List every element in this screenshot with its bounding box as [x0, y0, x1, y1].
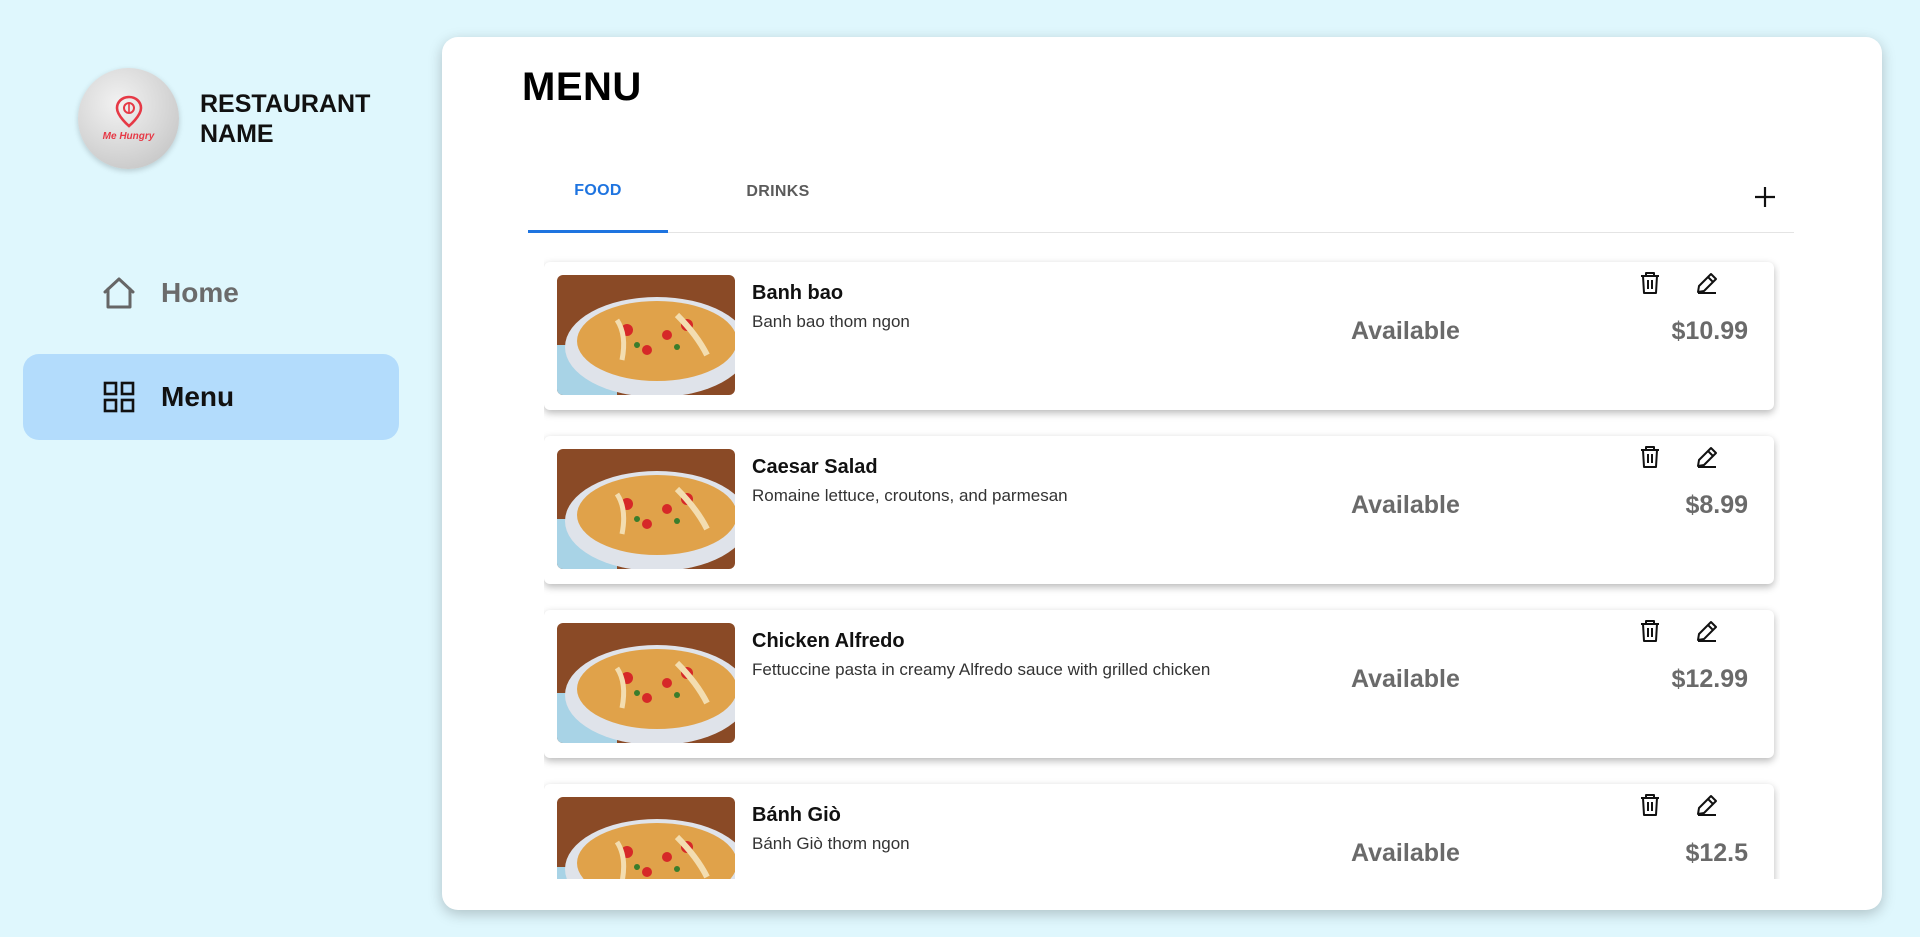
trash-icon[interactable]	[1637, 270, 1663, 296]
food-image	[557, 797, 735, 879]
grid-icon	[103, 381, 135, 413]
plus-icon[interactable]	[1752, 184, 1778, 210]
food-image	[557, 623, 735, 743]
tab-food[interactable]: FOOD	[528, 151, 668, 233]
item-price: $10.99	[1671, 317, 1748, 345]
sidebar: Me Hungry RESTAURANT NAME Home Menu	[0, 0, 420, 937]
item-name: Banh bao	[752, 282, 844, 304]
main-panel: MENU FOOD DRINKS Banh bao Banh bao thom …	[442, 37, 1882, 910]
item-description: Banh bao thom ngon	[752, 312, 910, 331]
tab-drinks[interactable]: DRINKS	[708, 151, 848, 233]
brand: Me Hungry RESTAURANT NAME	[78, 68, 371, 169]
menu-item[interactable]: Chicken Alfredo Fettuccine pasta in crea…	[544, 610, 1774, 758]
trash-icon[interactable]	[1637, 444, 1663, 470]
food-image	[557, 275, 735, 395]
item-price: $12.5	[1685, 839, 1748, 867]
food-image	[557, 449, 735, 569]
logo-text: Me Hungry	[102, 131, 155, 142]
pencil-icon[interactable]	[1694, 444, 1720, 470]
item-status: Available	[1351, 839, 1460, 867]
category-tabs: FOOD DRINKS	[528, 151, 1794, 233]
item-description: Bánh Giò thơm ngon	[752, 834, 910, 853]
item-status: Available	[1351, 491, 1460, 519]
restaurant-logo: Me Hungry	[78, 68, 179, 169]
map-pin-icon	[115, 95, 142, 128]
item-name: Bánh Giò	[752, 804, 841, 826]
sidebar-item-label: Home	[161, 277, 239, 308]
item-status: Available	[1351, 665, 1460, 693]
item-price: $8.99	[1685, 491, 1748, 519]
menu-item[interactable]: Banh bao Banh bao thom ngon Available $1…	[544, 262, 1774, 410]
restaurant-name: RESTAURANT NAME	[200, 89, 371, 148]
item-price: $12.99	[1671, 665, 1748, 693]
page-title: MENU	[522, 65, 642, 109]
menu-item-list: Banh bao Banh bao thom ngon Available $1…	[544, 225, 1780, 879]
pencil-icon[interactable]	[1694, 792, 1720, 818]
item-name: Chicken Alfredo	[752, 630, 905, 652]
trash-icon[interactable]	[1637, 792, 1663, 818]
sidebar-item-label: Menu	[161, 381, 235, 412]
menu-item[interactable]: Bánh Giò Bánh Giò thơm ngon Available $1…	[544, 784, 1774, 879]
trash-icon[interactable]	[1637, 618, 1663, 644]
sidebar-item-home[interactable]: Home	[23, 250, 399, 336]
pencil-icon[interactable]	[1694, 270, 1720, 296]
sidebar-nav: Home Menu	[23, 250, 399, 458]
home-icon	[103, 277, 135, 309]
item-description: Romaine lettuce, croutons, and parmesan	[752, 486, 1068, 505]
item-description: Fettuccine pasta in creamy Alfredo sauce…	[752, 660, 1211, 679]
item-name: Caesar Salad	[752, 456, 878, 478]
pencil-icon[interactable]	[1694, 618, 1720, 644]
sidebar-item-menu[interactable]: Menu	[23, 354, 399, 440]
menu-item[interactable]: Caesar Salad Romaine lettuce, croutons, …	[544, 436, 1774, 584]
item-status: Available	[1351, 317, 1460, 345]
